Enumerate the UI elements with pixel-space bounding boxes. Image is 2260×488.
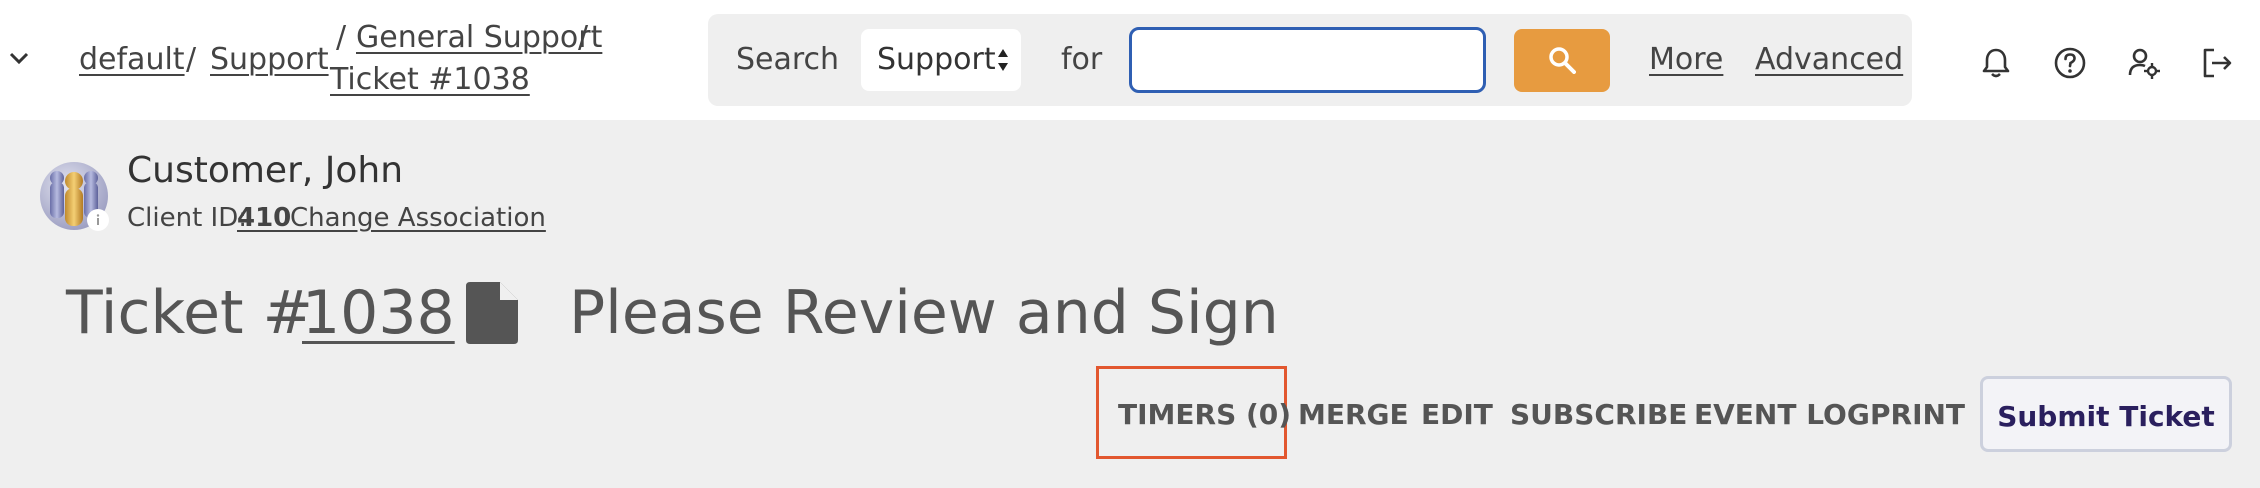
customer-name: Customer, John — [127, 150, 404, 191]
chevron-down-icon[interactable] — [8, 48, 30, 68]
breadcrumb-separator: / — [336, 20, 347, 55]
breadcrumb-general-support[interactable]: General Support — [356, 20, 602, 55]
ticket-subject: Please Review and Sign — [569, 278, 1279, 348]
help-icon[interactable] — [2053, 46, 2087, 80]
client-id-link[interactable]: 410 — [237, 203, 291, 233]
search-scope-value: Support — [877, 42, 996, 77]
timers-button[interactable]: TIMERS (0) — [1118, 398, 1291, 431]
search-button[interactable] — [1514, 29, 1610, 92]
user-settings-icon[interactable] — [2127, 46, 2161, 80]
search-icon — [1549, 47, 1576, 74]
search-label: Search — [736, 42, 840, 77]
more-link[interactable]: More — [1649, 42, 1723, 77]
search-input[interactable] — [1129, 27, 1486, 93]
advanced-link[interactable]: Advanced — [1755, 42, 1903, 77]
edit-button[interactable]: EDIT — [1421, 398, 1493, 431]
ticket-title-prefix: Ticket # — [66, 278, 313, 348]
submit-ticket-button[interactable]: Submit Ticket — [1980, 376, 2232, 452]
customer-avatar[interactable] — [38, 160, 110, 232]
breadcrumb-support[interactable]: Support — [210, 42, 329, 77]
document-icon — [466, 282, 518, 344]
for-label: for — [1061, 42, 1103, 77]
search-scope-select[interactable]: Support — [861, 29, 1021, 91]
top-header: default / Support / General Support / Ti… — [0, 0, 2260, 120]
breadcrumb-default[interactable]: default — [79, 42, 185, 77]
change-association-link[interactable]: Change Association — [290, 203, 546, 233]
breadcrumb-separator: / — [578, 20, 589, 55]
breadcrumb-ticket[interactable]: Ticket #1038 — [330, 62, 530, 97]
ticket-number-link[interactable]: 1038 — [302, 278, 455, 348]
bell-icon[interactable] — [1979, 46, 2013, 80]
submit-ticket-label: Submit Ticket — [1997, 400, 2215, 433]
logout-icon[interactable] — [2200, 46, 2234, 80]
print-button[interactable]: PRINT — [1870, 398, 1965, 431]
client-id-label: Client ID: — [127, 203, 247, 233]
merge-button[interactable]: MERGE — [1298, 398, 1409, 431]
event-log-button[interactable]: EVENT LOG — [1694, 398, 1870, 431]
subscribe-button[interactable]: SUBSCRIBE — [1510, 398, 1687, 431]
select-arrows-icon — [998, 49, 1008, 71]
breadcrumb-separator: / — [186, 42, 197, 77]
